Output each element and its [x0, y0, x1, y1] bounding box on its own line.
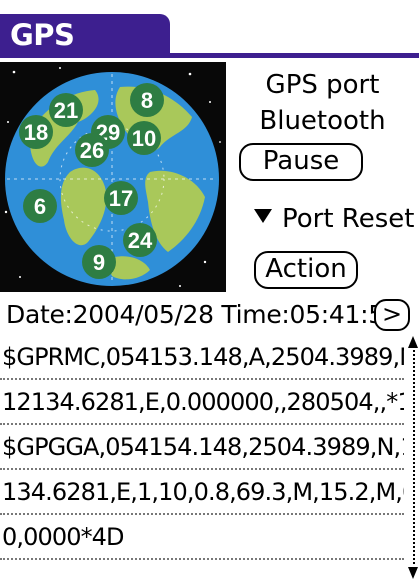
next-button[interactable]: >: [374, 299, 410, 331]
satellite-marker: 24: [123, 223, 157, 257]
nmea-log: $GPRMC,054153.148,A,2504.3989,N, 12134.6…: [0, 336, 407, 581]
satellite-id-label: 21: [54, 98, 78, 123]
app-title-tab[interactable]: GPS Demo: [0, 14, 170, 86]
title-bar: GPS Demo: [0, 0, 419, 86]
scroll-track[interactable]: [413, 350, 415, 564]
satellite-id-label: 9: [93, 250, 105, 275]
satellite-markers: 82118 2926 106 17249: [19, 83, 164, 279]
action-button[interactable]: Action: [254, 251, 358, 289]
port-reset-label: Port Reset: [282, 204, 415, 234]
satellite-sky-view: 8 21 18 29 26 10 6 17 24 9: [0, 62, 226, 292]
satellite-marker: 6: [23, 189, 57, 223]
satellite-marker: 9: [82, 245, 116, 279]
satellite-marker: 18: [19, 115, 53, 149]
gps-port-label: GPS port: [265, 70, 380, 100]
date-time-status: Date:2004/05/28 Time:05:41:53: [6, 300, 400, 329]
status-row: Date:2004/05/28 Time:05:41:53 >: [0, 296, 419, 334]
satellite-marker: 8: [130, 83, 164, 117]
satellite-id-label: 24: [128, 228, 153, 253]
log-line: 134.6281,E,1,10,0.8,69.3,M,15.2,M,0.: [0, 471, 404, 515]
scroll-up-arrow-icon[interactable]: [408, 336, 418, 348]
satellite-marker: 21: [49, 93, 83, 127]
scroll-down-arrow-icon[interactable]: [408, 567, 418, 579]
log-line: 0,0000*4D: [0, 516, 404, 560]
satellite-id-label: 10: [132, 126, 156, 151]
satellite-id-label: 17: [109, 186, 133, 211]
log-scrollbar[interactable]: [408, 336, 419, 581]
log-line: 12134.6281,E,0.000000,,280504,,*1D: [0, 381, 404, 425]
satellite-id-label: 6: [34, 194, 46, 219]
satellite-marker: 26: [75, 133, 109, 167]
log-line: $GPRMC,054153.148,A,2504.3989,N,: [0, 336, 404, 380]
port-reset-dropdown[interactable]: Port Reset: [254, 203, 414, 235]
pause-button[interactable]: Pause: [239, 143, 363, 181]
satellite-marker: 17: [104, 181, 138, 215]
dropdown-triangle-icon: [254, 209, 272, 223]
next-arrow-icon: >: [381, 300, 403, 328]
control-panel: GPS port Bluetooth Pause Port Reset Acti…: [226, 62, 419, 292]
satellite-id-label: 26: [80, 138, 104, 163]
satellite-id-label: 8: [141, 88, 153, 113]
log-line: $GPGGA,054154.148,2504.3989,N,12: [0, 426, 404, 470]
gps-port-value: Bluetooth: [259, 106, 386, 136]
title-underline: [0, 53, 419, 58]
satellite-id-label: 18: [24, 120, 48, 145]
satellite-marker: 10: [127, 121, 161, 155]
